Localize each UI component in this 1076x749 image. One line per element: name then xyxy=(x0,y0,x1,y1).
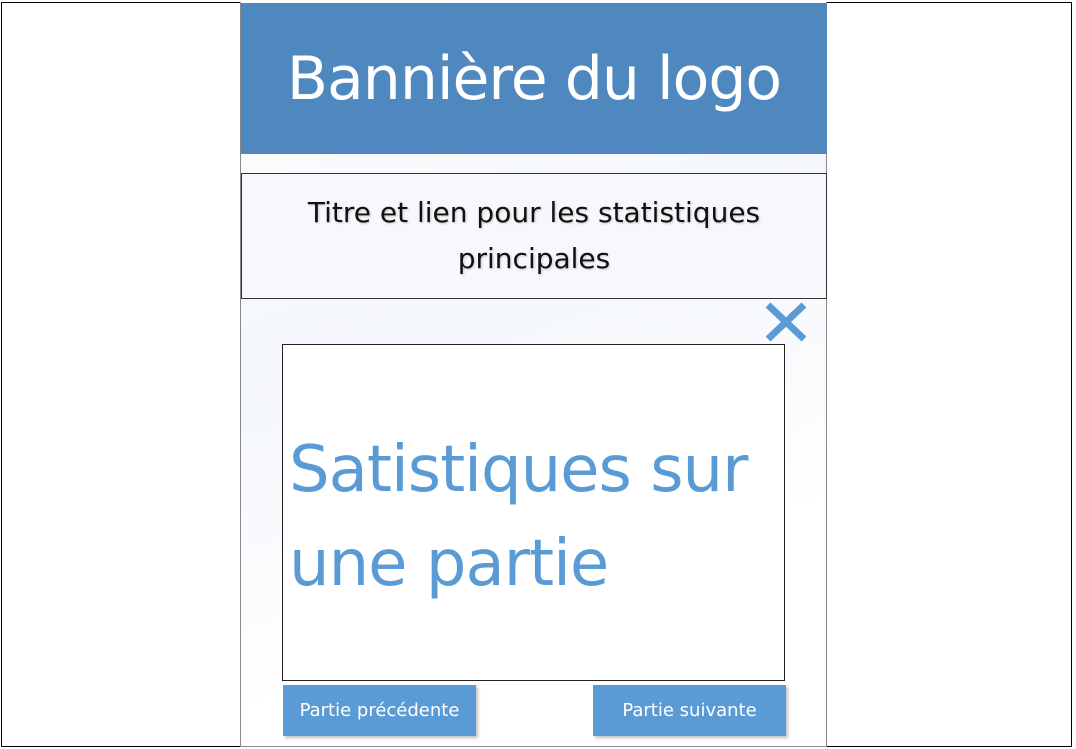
close-icon[interactable] xyxy=(763,300,809,344)
next-game-button[interactable]: Partie suivante xyxy=(593,685,786,736)
previous-game-button[interactable]: Partie précédente xyxy=(283,685,476,736)
game-stats-text: Satistiques sur une partie xyxy=(289,433,748,601)
close-icon-svg xyxy=(765,302,807,342)
main-stats-title-link[interactable]: Titre et lien pour les statistiques prin… xyxy=(241,173,827,299)
main-stats-title-text: Titre et lien pour les statistiques prin… xyxy=(307,196,761,275)
game-stats-panel: Satistiques sur une partie xyxy=(282,344,785,681)
logo-banner: Bannière du logo xyxy=(241,3,827,154)
logo-banner-text: Bannière du logo xyxy=(286,43,782,114)
